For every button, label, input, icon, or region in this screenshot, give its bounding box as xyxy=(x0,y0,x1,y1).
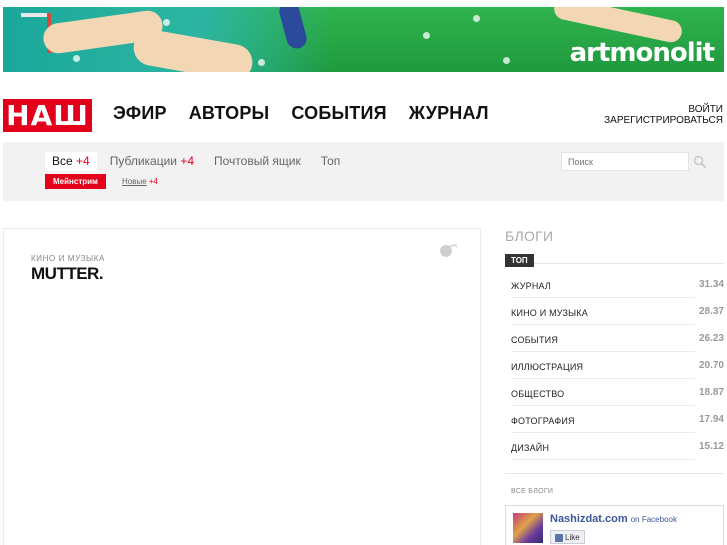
list-item[interactable]: ЖУРНАЛ 31.34 xyxy=(505,271,724,298)
blog-score: 15.12 xyxy=(698,441,724,452)
thumbs-up-icon xyxy=(555,533,563,542)
search-input[interactable] xyxy=(561,152,689,171)
tab-mailbox[interactable]: Почтовый ящик xyxy=(207,152,308,171)
blog-score: 28.37 xyxy=(698,306,724,317)
new-link[interactable]: Новые +4 xyxy=(122,177,158,186)
bubble xyxy=(73,55,80,62)
bubble xyxy=(503,57,510,64)
blog-name: ФОТОГРАФИЯ xyxy=(511,416,575,426)
auth-links: ВОЙТИ ЗАРЕГИСТРИРОВАТЬСЯ xyxy=(604,104,723,126)
article-category[interactable]: КИНО И МУЗЫКА xyxy=(31,254,105,263)
tab-label: Топ xyxy=(320,154,341,168)
nav-efir[interactable]: ЭФИР xyxy=(113,103,167,124)
facebook-on-label: on Facebook xyxy=(630,515,677,524)
blog-name: ИЛЛЮСТРАЦИЯ xyxy=(511,362,584,372)
nav-zhurnal[interactable]: ЖУРНАЛ xyxy=(409,103,489,124)
facebook-like-button[interactable]: Like xyxy=(550,530,585,544)
mainstream-pill[interactable]: Мейнстрим xyxy=(45,174,106,189)
list-item[interactable]: ФОТОГРАФИЯ 17.94 xyxy=(505,406,724,433)
tab-label: Почтовый ящик xyxy=(214,154,301,168)
facebook-page-avatar[interactable] xyxy=(513,513,543,543)
all-blogs-link[interactable]: ВСЕ БЛОГИ xyxy=(511,488,553,495)
banner-brand: artmonolit xyxy=(569,38,715,68)
main-nav: ЭФИР АВТОРЫ СОБЫТИЯ ЖУРНАЛ xyxy=(113,103,489,124)
article-title[interactable]: MUTTER. xyxy=(31,264,104,284)
tab-label: Публикации xyxy=(109,154,177,168)
blog-score: 17.94 xyxy=(698,414,724,425)
logo-text: НАШ xyxy=(6,98,89,132)
facebook-page-name[interactable]: Nashizdat.com on Facebook xyxy=(550,513,677,525)
bubble xyxy=(163,19,170,26)
top-pill[interactable]: ТОП xyxy=(505,254,534,267)
sub-navigation: Все +4 Публикации +4 Почтовый ящик Топ М… xyxy=(3,142,724,201)
site-logo[interactable]: НАШ xyxy=(3,99,92,132)
article-card[interactable]: КИНО И МУЗЫКА MUTTER. xyxy=(3,228,481,545)
list-item[interactable]: КИНО И МУЗЫКА 28.37 xyxy=(505,298,724,325)
tab-top[interactable]: Топ xyxy=(314,152,348,171)
bubble xyxy=(473,15,480,22)
facebook-widget: Nashizdat.com on Facebook Like xyxy=(505,505,724,545)
like-label: Like xyxy=(565,533,580,542)
blog-name: ЖУРНАЛ xyxy=(511,281,552,291)
list-item[interactable]: СОБЫТИЯ 26.23 xyxy=(505,325,724,352)
tab-all[interactable]: Все +4 xyxy=(45,152,97,171)
bomb-icon[interactable] xyxy=(438,242,460,258)
tab-count: +4 xyxy=(180,154,195,168)
blog-score: 26.23 xyxy=(698,333,724,344)
tab-label: Все xyxy=(52,154,73,168)
list-item[interactable]: ИЛЛЮСТРАЦИЯ 20.70 xyxy=(505,352,724,379)
bubble xyxy=(258,59,265,66)
new-count: +4 xyxy=(148,177,158,186)
sidebar-title: БЛОГИ xyxy=(505,228,554,244)
tab-count: +4 xyxy=(76,154,90,168)
list-item[interactable]: ДИЗАЙН 15.12 xyxy=(505,433,724,460)
sidebar-top-row: ТОП xyxy=(505,250,724,267)
ad-banner[interactable]: artmonolit xyxy=(3,7,724,72)
new-label: Новые xyxy=(121,177,147,186)
list-item[interactable]: ОБЩЕСТВО 18.87 xyxy=(505,379,724,406)
sidebar: БЛОГИ ТОП ЖУРНАЛ 31.34 КИНО И МУЗЫКА 28.… xyxy=(505,228,724,545)
feed-tabs: Все +4 Публикации +4 Почтовый ящик Топ xyxy=(45,152,353,171)
blog-score: 31.34 xyxy=(698,279,724,290)
blog-name: КИНО И МУЗЫКА xyxy=(511,308,588,318)
bubble xyxy=(423,32,430,39)
blog-score: 20.70 xyxy=(698,360,724,371)
facebook-page-title: Nashizdat.com xyxy=(550,513,628,525)
nav-sobytiya[interactable]: СОБЫТИЯ xyxy=(291,103,386,124)
blog-score: 18.87 xyxy=(698,387,724,398)
feed-subtabs: Мейнстрим Новые +4 xyxy=(45,174,158,189)
tab-publications[interactable]: Публикации +4 xyxy=(103,152,201,171)
blog-name: ДИЗАЙН xyxy=(511,443,550,453)
nav-avtory[interactable]: АВТОРЫ xyxy=(189,103,270,124)
blog-name: СОБЫТИЯ xyxy=(511,335,559,345)
register-link[interactable]: ЗАРЕГИСТРИРОВАТЬСЯ xyxy=(604,115,723,126)
login-link[interactable]: ВОЙТИ xyxy=(604,104,723,115)
all-blogs-row: ВСЕ БЛОГИ xyxy=(505,473,724,498)
search-icon[interactable] xyxy=(693,155,707,169)
blog-name: ОБЩЕСТВО xyxy=(511,389,565,399)
divider xyxy=(511,459,695,460)
